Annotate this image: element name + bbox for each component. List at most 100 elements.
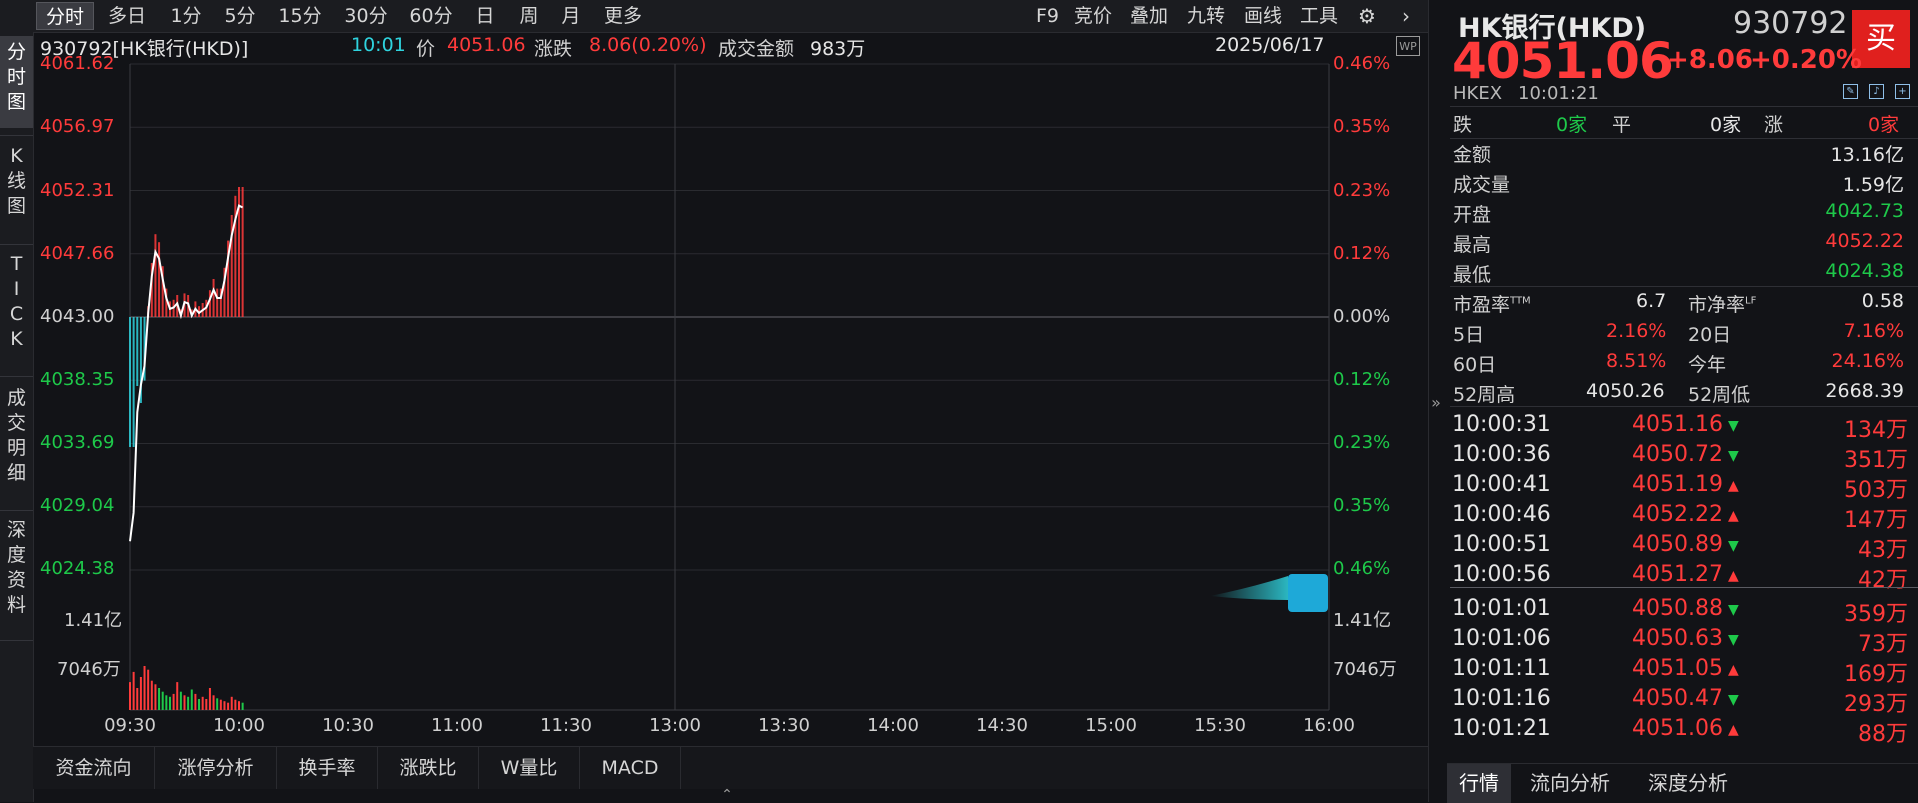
tick-row: 10:00:41 4051.19 ▲ 503万 xyxy=(1452,472,1908,503)
flat-count: 0家 xyxy=(1710,114,1742,136)
up-count-label: 涨 xyxy=(1764,114,1784,136)
time-axis-label: 15:30 xyxy=(1194,715,1246,736)
tick-row: 10:01:06 4050.63 ▼ 73万 xyxy=(1452,626,1908,657)
price-axis-label: 4056.97 xyxy=(40,116,115,137)
volume-bar xyxy=(234,699,237,710)
volume-bar xyxy=(150,680,153,710)
volume-bar xyxy=(190,689,193,710)
time-axis-label: 11:00 xyxy=(431,715,483,736)
volume-axis-label: 1.41亿 xyxy=(1333,610,1392,631)
tab-limit-up-analysis[interactable]: 涨停分析 xyxy=(155,747,277,789)
tick-volume: 293万 xyxy=(1844,692,1908,717)
edit-icon[interactable]: ✎ xyxy=(1843,84,1858,99)
time-axis-label: 15:00 xyxy=(1085,715,1137,736)
down-count: 0家 xyxy=(1556,114,1588,136)
price-change-pct: +0.20% xyxy=(1750,45,1862,75)
tick-row: 10:00:36 4050.72 ▼ 351万 xyxy=(1452,442,1908,473)
volume-bar xyxy=(212,695,215,710)
tab-w-volume-ratio[interactable]: W量比 xyxy=(479,747,580,789)
volume-bar xyxy=(129,682,131,710)
expand-panel-icon[interactable]: ⌃ xyxy=(712,788,742,802)
price-axis-label: 4047.66 xyxy=(40,243,115,264)
divider xyxy=(1450,406,1918,407)
d60-value: 8.51% xyxy=(1606,350,1667,372)
tab-flow-analysis[interactable]: 流向分析 xyxy=(1515,764,1625,803)
arrow-down-icon: ▼ xyxy=(1728,602,1739,618)
tick-time: 10:00:41 xyxy=(1452,472,1551,497)
time-axis-label: 11:30 xyxy=(540,715,592,736)
indicator-tabbar: 资金流向 涨停分析 换手率 涨跌比 W量比 MACD xyxy=(33,746,1428,789)
percent-axis-label: 0.35% xyxy=(1333,116,1391,137)
tick-price: 4052.22 xyxy=(1632,502,1723,527)
intraday-chart[interactable] xyxy=(0,0,1428,746)
volume-bar xyxy=(165,695,168,710)
time-axis-label: 16:00 xyxy=(1303,715,1355,736)
volume-bar xyxy=(208,688,211,710)
collapse-panel-icon[interactable]: » xyxy=(1428,395,1444,411)
time-axis-label: 10:30 xyxy=(322,715,374,736)
percent-axis-label: 0.12% xyxy=(1333,243,1391,264)
tab-quote[interactable]: 行情 xyxy=(1447,764,1511,803)
divider xyxy=(1450,286,1918,287)
tick-volume: 169万 xyxy=(1844,662,1908,687)
tick-time: 10:00:31 xyxy=(1452,412,1551,437)
volume-bar xyxy=(168,696,171,710)
arrow-down-icon: ▼ xyxy=(1728,632,1739,648)
tick-row: 10:01:16 4050.47 ▼ 293万 xyxy=(1452,686,1908,717)
arrow-up-icon: ▲ xyxy=(1728,478,1739,494)
add-watchlist-icon[interactable]: + xyxy=(1895,84,1910,99)
pe-value: 6.7 xyxy=(1636,290,1667,312)
tick-price: 4051.19 xyxy=(1632,472,1723,497)
volume-bar xyxy=(172,693,175,710)
loading-widget xyxy=(1210,574,1328,612)
tick-time: 10:00:46 xyxy=(1452,502,1551,527)
tick-volume: 43万 xyxy=(1858,538,1908,563)
buy-sell-bar xyxy=(212,279,215,317)
volume-bar xyxy=(227,702,230,710)
tab-fund-flow[interactable]: 资金流向 xyxy=(33,747,155,789)
price-change: +8.06 xyxy=(1667,45,1753,75)
alert-bell-icon[interactable]: ♪ xyxy=(1869,84,1884,99)
low52-value: 2668.39 xyxy=(1825,380,1904,402)
tab-depth-analysis[interactable]: 深度分析 xyxy=(1633,764,1743,803)
tab-advance-decline[interactable]: 涨跌比 xyxy=(378,747,479,789)
high52-label: 52周高 xyxy=(1453,384,1516,406)
stat-value-high: 4052.22 xyxy=(1825,230,1904,252)
tab-turnover-rate[interactable]: 换手率 xyxy=(277,747,378,789)
volume-bar xyxy=(238,701,240,710)
pe-label: 市盈率TTM xyxy=(1453,290,1531,317)
stat-label-open: 开盘 xyxy=(1453,204,1492,226)
d5-value: 2.16% xyxy=(1606,320,1667,342)
tick-time: 10:01:06 xyxy=(1452,626,1551,651)
down-count-label: 跌 xyxy=(1453,114,1473,136)
tab-macd[interactable]: MACD xyxy=(580,747,681,789)
tick-volume: 147万 xyxy=(1844,508,1908,533)
d5-label: 5日 xyxy=(1453,324,1485,346)
volume-axis-label: 1.41亿 xyxy=(64,610,123,631)
time-axis-label: 13:30 xyxy=(758,715,810,736)
volume-bar xyxy=(230,696,233,710)
tick-time: 10:01:11 xyxy=(1452,656,1551,681)
loading-square xyxy=(1288,574,1328,612)
price-line xyxy=(129,204,244,542)
volume-axis-label: 7046万 xyxy=(57,659,121,680)
d60-label: 60日 xyxy=(1453,354,1497,376)
buy-sell-bar xyxy=(129,317,131,447)
price-axis-label: 4029.04 xyxy=(40,495,115,516)
stat-value-amount: 13.16亿 xyxy=(1830,144,1904,166)
tick-price: 4050.72 xyxy=(1632,442,1723,467)
security-code: 930792 xyxy=(1733,6,1848,41)
tick-price: 4050.47 xyxy=(1632,686,1723,711)
volume-bar xyxy=(198,699,201,710)
tick-price: 4051.16 xyxy=(1632,412,1723,437)
time-axis-label: 13:00 xyxy=(649,715,701,736)
percent-axis-label: 0.00% xyxy=(1333,306,1391,327)
time-axis-label: 14:00 xyxy=(867,715,919,736)
tick-volume: 134万 xyxy=(1844,418,1908,443)
pe-label-text: 市盈率 xyxy=(1453,294,1511,316)
low52-label: 52周低 xyxy=(1688,384,1751,406)
chart-grid xyxy=(129,63,1330,711)
tick-volume: 73万 xyxy=(1858,632,1908,657)
arrow-down-icon: ▼ xyxy=(1728,418,1739,434)
tick-time: 10:00:36 xyxy=(1452,442,1551,467)
